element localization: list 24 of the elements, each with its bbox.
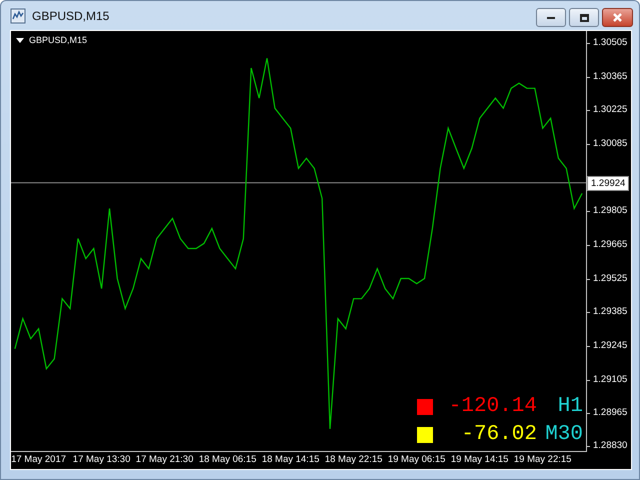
minimize-button[interactable] [536, 8, 566, 27]
time-axis-label: 17 May 21:30 [136, 454, 194, 465]
minimize-icon [547, 16, 555, 18]
indicator-value: -120.14 [448, 395, 537, 418]
time-axis-label: 17 May 2017 [11, 454, 66, 465]
time-axis-label: 19 May 14:15 [450, 454, 508, 465]
time-axis-label: 19 May 06:15 [388, 454, 446, 465]
close-button[interactable] [602, 8, 633, 27]
time-axis-label: 19 May 22:15 [514, 454, 572, 465]
timeframe-label: H1 [556, 395, 583, 418]
current-price-label: 1.29924 [587, 176, 630, 191]
window-title: GBPUSD,M15 [32, 8, 110, 22]
time-axis-label: 18 May 14:15 [262, 454, 320, 465]
time-axis-label: 18 May 06:15 [198, 454, 256, 465]
maximize-button[interactable] [569, 8, 599, 27]
time-axis-label: 18 May 22:15 [324, 454, 382, 465]
close-icon [613, 13, 622, 22]
indicator-value: -76.02 [460, 423, 537, 446]
timeframe-label: M30 [544, 423, 583, 446]
time-axis-label: 17 May 13:30 [72, 454, 130, 465]
triangle-down-icon[interactable] [16, 38, 24, 42]
maximize-icon [580, 14, 588, 22]
chart-symbol-label: GBPUSD,M15 [29, 35, 88, 45]
chart-window-icon [10, 8, 26, 24]
